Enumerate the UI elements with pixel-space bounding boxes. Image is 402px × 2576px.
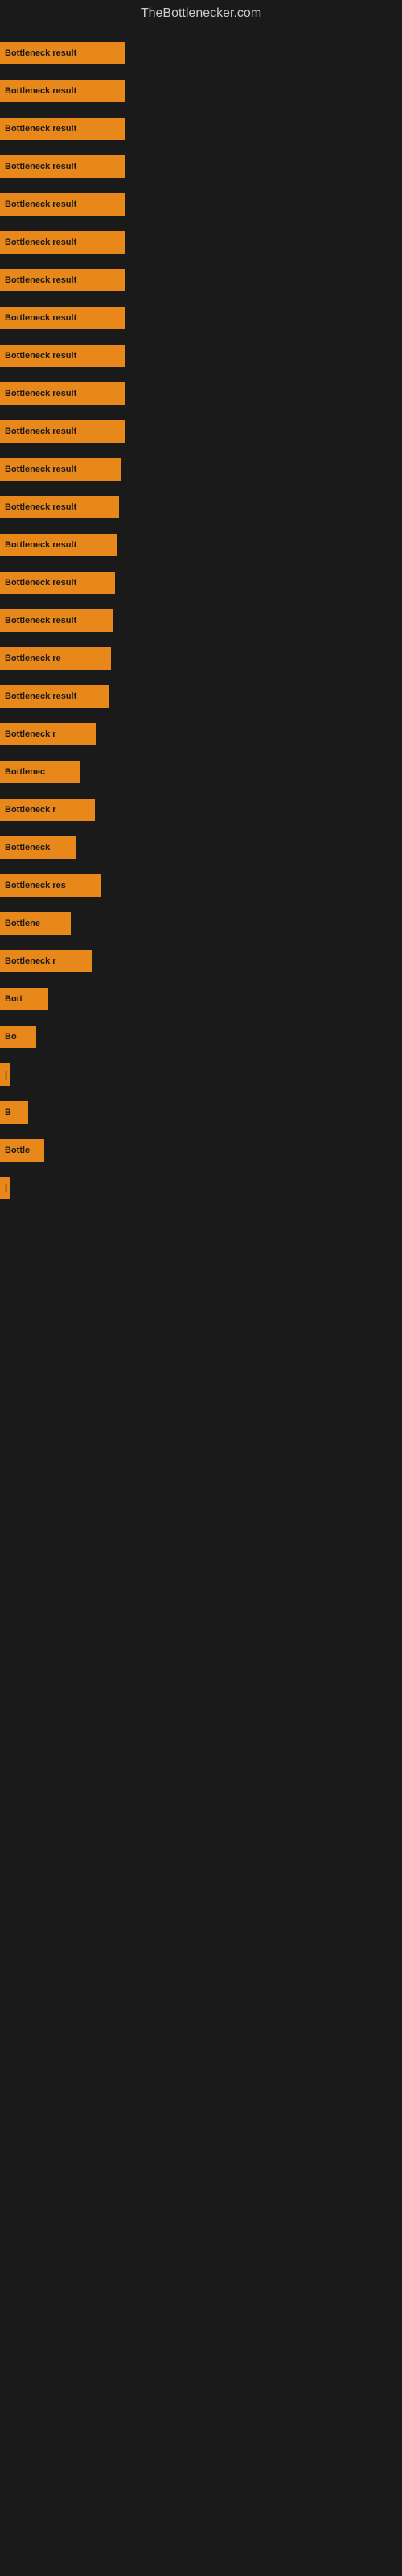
bottleneck-bar: Bottleneck result (0, 496, 119, 518)
bottleneck-bar: Bottleneck result (0, 420, 125, 443)
bottleneck-bar: Bottleneck result (0, 458, 121, 481)
bottleneck-bar: Bottleneck result (0, 572, 115, 594)
list-item: Bottleneck result (0, 458, 121, 481)
list-item: Bottlenec (0, 761, 80, 783)
list-item: Bottleneck result (0, 345, 125, 367)
bottleneck-bar: Bottleneck result (0, 118, 125, 140)
bottleneck-bar: Bo (0, 1026, 36, 1048)
list-item: Bottlene (0, 912, 71, 935)
bottleneck-bar: | (0, 1177, 10, 1199)
bottleneck-bar: Bottleneck result (0, 231, 125, 254)
list-item: | (0, 1063, 10, 1086)
bottleneck-bar: Bottleneck re (0, 647, 111, 670)
list-item: Bott (0, 988, 48, 1010)
list-item: Bo (0, 1026, 36, 1048)
list-item: Bottleneck r (0, 799, 95, 821)
list-item: Bottleneck result (0, 420, 125, 443)
bottleneck-bar: Bottleneck result (0, 345, 125, 367)
bottleneck-bar: Bottleneck r (0, 950, 92, 972)
site-title: TheBottlenecker.com (0, 0, 402, 27)
bottleneck-bar: Bottleneck r (0, 799, 95, 821)
bottleneck-bar: Bottleneck result (0, 534, 117, 556)
list-item: Bottleneck result (0, 155, 125, 178)
chart-area: Bottleneck result Bottleneck result Bottle… (0, 27, 402, 2563)
bottleneck-bar: | (0, 1063, 10, 1086)
bottleneck-bar: Bottleneck result (0, 307, 125, 329)
bottleneck-bar: Bottle (0, 1139, 44, 1162)
bottleneck-bar: Bott (0, 988, 48, 1010)
list-item: Bottleneck result (0, 609, 113, 632)
list-item: Bottleneck result (0, 193, 125, 216)
bottleneck-bar: Bottleneck r (0, 723, 96, 745)
list-item: | (0, 1177, 10, 1199)
bottleneck-bar: Bottleneck (0, 836, 76, 859)
list-item: Bottleneck r (0, 723, 96, 745)
list-item: B (0, 1101, 28, 1124)
bottleneck-bar: Bottleneck result (0, 609, 113, 632)
list-item: Bottleneck result (0, 534, 117, 556)
list-item: Bottleneck result (0, 572, 115, 594)
list-item: Bottleneck res (0, 874, 100, 897)
bottleneck-bar: Bottlene (0, 912, 71, 935)
bottleneck-bar: Bottleneck result (0, 155, 125, 178)
bottleneck-bar: Bottleneck result (0, 685, 109, 708)
bottleneck-bar: B (0, 1101, 28, 1124)
bottleneck-bar: Bottleneck result (0, 42, 125, 64)
list-item: Bottleneck r (0, 950, 92, 972)
list-item: Bottle (0, 1139, 44, 1162)
bottleneck-bar: Bottleneck result (0, 193, 125, 216)
list-item: Bottleneck result (0, 42, 125, 64)
list-item: Bottleneck (0, 836, 76, 859)
list-item: Bottleneck result (0, 80, 125, 102)
list-item: Bottleneck result (0, 118, 125, 140)
list-item: Bottleneck result (0, 496, 119, 518)
bottleneck-bar: Bottleneck result (0, 382, 125, 405)
bottleneck-bar: Bottleneck result (0, 269, 125, 291)
list-item: Bottleneck result (0, 231, 125, 254)
bottleneck-bar: Bottlenec (0, 761, 80, 783)
list-item: Bottleneck result (0, 685, 109, 708)
bottleneck-bar: Bottleneck res (0, 874, 100, 897)
list-item: Bottleneck result (0, 382, 125, 405)
bottleneck-bar: Bottleneck result (0, 80, 125, 102)
list-item: Bottleneck result (0, 269, 125, 291)
list-item: Bottleneck result (0, 307, 125, 329)
list-item: Bottleneck re (0, 647, 111, 670)
